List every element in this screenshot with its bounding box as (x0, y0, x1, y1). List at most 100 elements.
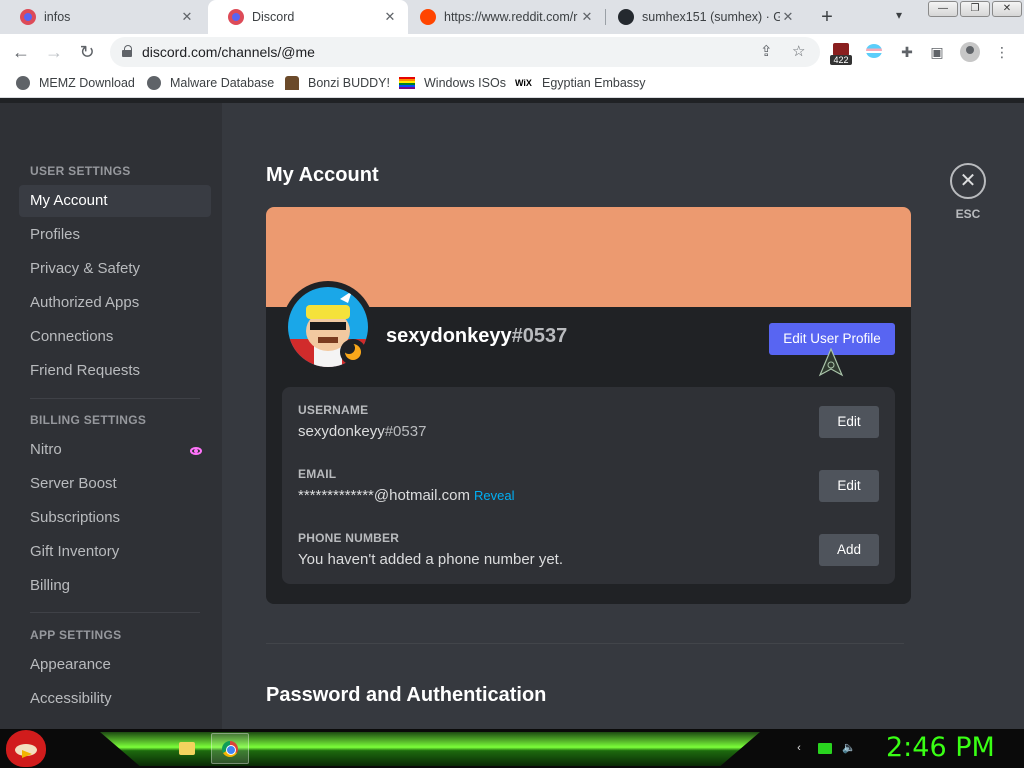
tab-reddit[interactable]: https://www.reddit.com/r ✕ (400, 0, 605, 34)
idle-moon-icon (343, 342, 361, 360)
bookmark-memz[interactable]: MEMZ Download (16, 76, 135, 90)
phone-value: You haven't added a phone number yet. (298, 551, 564, 568)
window-controls: — ❐ ✕ (928, 1, 1022, 17)
bookmark-malware-database[interactable]: Malware Database (147, 76, 274, 90)
sidebar-item-gift-inventory[interactable]: Gift Inventory (19, 536, 211, 568)
volume-icon[interactable]: 🔈 (842, 741, 856, 755)
phone-label: PHONE NUMBER (298, 531, 400, 545)
sidebar-item-authorized-apps[interactable]: Authorized Apps (19, 287, 211, 319)
flag-extension-icon[interactable] (866, 44, 882, 58)
sidebar-item-nitro[interactable]: Nitro (19, 434, 211, 466)
sidebar-item-server-boost[interactable]: Server Boost (19, 468, 211, 500)
tab-search-chevron-icon[interactable]: ▾ (896, 8, 902, 22)
reveal-email-link[interactable]: Reveal (474, 488, 514, 503)
tab-infos[interactable]: infos ✕ (0, 0, 205, 34)
esc-label: ESC (955, 207, 981, 221)
bookmark-windows-isos[interactable]: Windows ISOs (399, 76, 506, 90)
taskbar-chrome[interactable] (211, 733, 249, 764)
section-divider (266, 643, 904, 644)
calendar-extension-icon[interactable]: 422 (830, 43, 852, 65)
username-discriminator: #0537 (384, 423, 427, 440)
username-label: USERNAME (298, 403, 369, 417)
sidebar-item-appearance[interactable]: Appearance (19, 649, 211, 681)
discord-favicon-icon (20, 9, 36, 25)
sidebar-item-privacy-safety[interactable]: Privacy & Safety (19, 253, 211, 285)
sidebar-item-profiles[interactable]: Profiles (19, 219, 211, 251)
close-tab-icon[interactable]: ✕ (179, 9, 195, 25)
username-name: sexydonkeyy (298, 423, 385, 440)
address-bar[interactable]: discord.com/channels/@me ⇪ ☆ (110, 37, 820, 67)
new-tab-icon[interactable]: + (815, 5, 839, 29)
sidebar-divider (30, 398, 200, 399)
status-indicator (340, 339, 366, 365)
restore-icon[interactable]: ❐ (960, 1, 990, 17)
tab-discord[interactable]: Discord ✕ (208, 0, 408, 34)
edit-username-button[interactable]: Edit (819, 406, 879, 438)
globe-icon (147, 76, 161, 90)
bookmark-star-icon[interactable]: ☆ (792, 42, 805, 60)
app-settings-header: APP SETTINGS (30, 628, 122, 642)
start-button-angry-bird-icon[interactable] (6, 730, 46, 767)
account-fields-panel: USERNAME sexydonkeyy#0537 Edit EMAIL ***… (282, 387, 895, 584)
close-window-icon[interactable]: ✕ (992, 1, 1022, 17)
email-label: EMAIL (298, 467, 337, 481)
extensions-puzzle-icon[interactable]: ✚ (896, 41, 918, 63)
taskbar-clock[interactable]: 2:46 PM (886, 732, 995, 763)
tab-github[interactable]: sumhex151 (sumhex) · Gi ✕ (598, 0, 806, 34)
email-value: *************@hotmail.com (298, 487, 470, 504)
close-icon[interactable]: ✕ (950, 163, 986, 199)
bookmark-label: Malware Database (170, 76, 275, 90)
avatar-wrapper (282, 281, 374, 373)
sidebar-item-my-account[interactable]: My Account (19, 185, 211, 217)
extension-badge-count: 422 (830, 55, 852, 65)
reddit-favicon-icon (420, 9, 436, 25)
sidebar-item-subscriptions[interactable]: Subscriptions (19, 502, 211, 534)
tab-title: sumhex151 (sumhex) · Gi (642, 10, 780, 24)
github-favicon-icon (618, 9, 634, 25)
profile-avatar-icon[interactable] (960, 42, 980, 62)
forward-arrow-icon[interactable]: → (42, 41, 66, 63)
globe-icon (16, 76, 30, 90)
discord-favicon-icon (228, 9, 244, 25)
mouse-cursor-icon (818, 347, 844, 377)
username-value: sexydonkeyy#0537 (298, 423, 426, 440)
email-value-row: *************@hotmail.com Reveal (298, 487, 514, 504)
tray-chevron-icon[interactable]: ‹ (792, 741, 806, 755)
tab-title: https://www.reddit.com/r (444, 10, 578, 24)
share-icon[interactable]: ⇪ (760, 42, 773, 60)
close-settings[interactable]: ✕ ESC (950, 163, 986, 221)
menu-kebab-icon[interactable]: ⋮ (991, 41, 1013, 63)
nitro-icon (190, 447, 202, 455)
reload-icon[interactable]: ↻ (75, 41, 99, 63)
add-phone-button[interactable]: Add (819, 534, 879, 566)
back-arrow-icon[interactable]: ← (9, 41, 33, 63)
sidebar-item-connections[interactable]: Connections (19, 321, 211, 353)
edit-email-button[interactable]: Edit (819, 470, 879, 502)
close-tab-icon[interactable]: ✕ (780, 9, 796, 25)
sidebar-item-accessibility[interactable]: Accessibility (19, 683, 211, 715)
billing-settings-header: BILLING SETTINGS (30, 413, 147, 427)
bookmark-egyptian-embassy[interactable]: WiX Egyptian Embassy (515, 76, 646, 90)
bookmark-bonzi-buddy[interactable]: Bonzi BUDDY! (285, 76, 390, 90)
url-text: discord.com/channels/@me (142, 44, 315, 60)
rainbow-flag-icon (399, 77, 415, 89)
minimize-icon[interactable]: — (928, 1, 958, 17)
sidebar-item-billing[interactable]: Billing (19, 570, 211, 602)
network-icon[interactable] (818, 743, 832, 754)
bookmark-label: Egyptian Embassy (542, 76, 646, 90)
chrome-icon (222, 740, 238, 757)
side-panel-icon[interactable]: ▣ (926, 41, 948, 63)
lock-icon[interactable] (122, 45, 132, 57)
close-tab-icon[interactable]: ✕ (579, 9, 595, 25)
discord-settings: USER SETTINGS My Account Profiles Privac… (0, 103, 1024, 729)
sidebar-item-friend-requests[interactable]: Friend Requests (19, 355, 211, 387)
user-settings-header: USER SETTINGS (30, 164, 131, 178)
tab-title: infos (44, 10, 71, 24)
taskbar-explorer[interactable] (168, 733, 206, 764)
bookmark-label: MEMZ Download (39, 76, 135, 90)
bookmark-label: Windows ISOs (424, 76, 506, 90)
profile-banner (266, 207, 911, 307)
account-profile-card: sexydonkeyy#0537 Edit User Profile USERN… (266, 207, 911, 604)
close-tab-icon[interactable]: ✕ (382, 9, 398, 25)
tab-strip: infos ✕ Discord ✕ https://www.reddit.com… (0, 0, 1024, 34)
